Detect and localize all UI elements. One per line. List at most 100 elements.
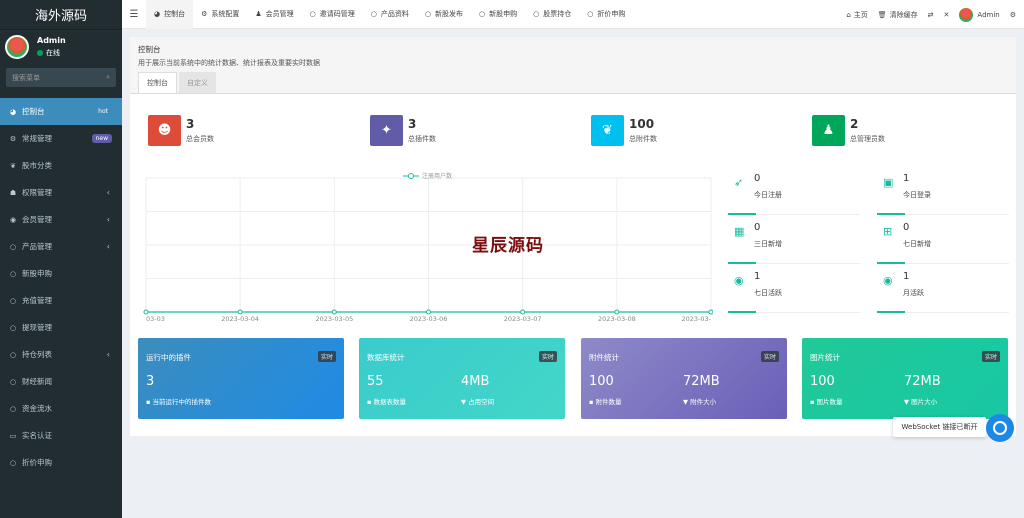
mini-stat-value: 1: [754, 271, 761, 282]
mini-stat: ➶ 0 今日注册: [728, 170, 860, 215]
user-status-text: 在线: [46, 49, 60, 57]
sidebar-item-label: 新股申购: [22, 269, 52, 278]
sidebar-item-11[interactable]: ○ 资金流水: [0, 395, 122, 422]
user-panel: Admin 在线: [0, 30, 122, 64]
card-label-2: ▼ 图片大小: [904, 396, 937, 406]
mini-stat: ⊞ 0 七日新增: [877, 219, 1009, 264]
top-tab-8[interactable]: ○ 折价申购: [579, 0, 633, 29]
settings-gear-icon[interactable]: ⚙: [1005, 11, 1024, 19]
stat-label: 总附件数: [629, 135, 657, 143]
sidebar-item-4[interactable]: ◉ 会员管理 ‹: [0, 206, 122, 233]
circle-icon: ○: [587, 10, 594, 18]
top-tab-4[interactable]: ○ 产品资料: [363, 0, 417, 29]
card-title: 附件统计: [589, 353, 619, 362]
topbar: ☰ ◕ 控制台 ⚙ 系统配置 ♟ 会员管理 ○ 邀请码管理 ○ 产品资料 ○ 新股发布 ○ 新股申购 ○ 股票…: [122, 0, 1024, 29]
dashboard-icon: ◕: [154, 10, 161, 18]
sidebar-item-label: 财经新闻: [22, 377, 52, 386]
data-point: [237, 309, 243, 315]
sidebar-item-label: 持仓列表: [22, 350, 52, 359]
mini-stat-rule: [905, 312, 1009, 313]
sidebar-item-8[interactable]: ○ 提现管理: [0, 314, 122, 341]
stat-box: ♟ 2 总管理员数: [812, 115, 885, 146]
home-icon: ⌂: [846, 10, 851, 19]
circle-icon: ○: [424, 10, 431, 18]
summary-card: 图片统计 实时 100 ▪ 图片数量 72MB ▼ 图片大小: [802, 338, 1008, 419]
stat-box: ☻ 3 总会员数: [148, 115, 214, 146]
circle-icon: ○: [479, 10, 486, 18]
top-tab-5[interactable]: ○ 新股发布: [417, 0, 471, 29]
topbar-user-name: Admin: [977, 10, 1000, 19]
sidebar-item-1[interactable]: ⚙ 常规管理 new: [0, 125, 122, 152]
tab-dashboard[interactable]: 控制台: [138, 72, 177, 93]
sidebar-item-3[interactable]: ☗ 权限管理 ‹: [0, 179, 122, 206]
fullscreen-icon[interactable]: ✕: [939, 11, 955, 19]
card-value: 3: [146, 374, 155, 389]
calendar-plus-icon: ⊞: [883, 225, 893, 238]
chevron-left-icon: ‹: [106, 350, 110, 359]
user-name: Admin: [37, 36, 66, 45]
mini-stat-rule: [756, 214, 860, 215]
menu-search-input[interactable]: 搜索菜单 ⌕: [6, 68, 116, 87]
sidebar-menu: ◕ 控制台 hot ⚙ 常规管理 new ❦ 股市分类 ☗ 权限管理 ‹ ◉ 会员管理 ‹ ○ 产品管理 ‹ ○ 新…: [0, 98, 122, 476]
mini-stat: ▦ 0 三日新增: [728, 219, 860, 264]
card-label-2-text: 占用空间: [468, 398, 495, 406]
stat-value: 3: [408, 117, 417, 131]
user-menu[interactable]: Admin: [954, 7, 1004, 22]
sidebar-item-12[interactable]: ▭ 实名认证: [0, 422, 122, 449]
topbar-right: ⌂ 主页 🗑 清除缓存 ⇄ ✕ Admin ⚙: [841, 0, 1024, 29]
top-tab-1[interactable]: ⚙ 系统配置: [193, 0, 247, 29]
home-button[interactable]: ⌂ 主页: [841, 10, 872, 20]
summary-card: 数据库统计 实时 55 ▪ 数据表数量 4MB ▼ 占用空间: [359, 338, 565, 419]
sidebar-item-label: 会员管理: [22, 215, 52, 224]
users-icon: ☻: [148, 115, 181, 146]
sidebar-item-2[interactable]: ❦ 股市分类: [0, 152, 122, 179]
mini-stat: ▣ 1 今日登录: [877, 170, 1009, 215]
sidebar-item-10[interactable]: ○ 财经新闻: [0, 368, 122, 395]
mini-stat-accent: [728, 262, 756, 264]
user-circle-icon: ◉: [734, 274, 744, 287]
mini-stat: ◉ 1 七日活跃: [728, 268, 860, 313]
sidebar-item-9[interactable]: ○ 持仓列表 ‹: [0, 341, 122, 368]
chat-button[interactable]: [986, 414, 1014, 442]
mini-stat-label: 月活跃: [903, 289, 924, 297]
sidebar-item-6[interactable]: ○ 新股申购: [0, 260, 122, 287]
top-tab-2[interactable]: ♟ 会员管理: [247, 0, 301, 29]
sidebar-item-label: 实名认证: [22, 431, 52, 440]
page-subtitle: 用于展示当前系统中的统计数据、统计报表及重要实时数据: [138, 59, 320, 67]
search-icon[interactable]: ⌕: [106, 73, 110, 82]
stat-value: 2: [850, 117, 859, 131]
card-value-2: 4MB: [461, 374, 490, 389]
data-point: [143, 309, 149, 315]
circle-icon: ○: [9, 350, 17, 359]
sidebar-item-0[interactable]: ◕ 控制台 hot: [0, 98, 122, 125]
top-tab-0[interactable]: ◕ 控制台: [146, 0, 194, 29]
translate-icon[interactable]: ⇄: [923, 11, 939, 19]
mini-stat-value: 0: [754, 173, 761, 184]
mini-stat: ◉ 1 月活跃: [877, 268, 1009, 313]
menu-toggle-icon[interactable]: ☰: [122, 9, 146, 20]
card-title: 数据库统计: [367, 353, 405, 362]
summary-card: 附件统计 实时 100 ▪ 附件数量 72MB ▼ 附件大小: [581, 338, 787, 419]
top-tab-6[interactable]: ○ 新股申购: [471, 0, 525, 29]
tab-custom[interactable]: 自定义: [179, 72, 216, 93]
sidebar-item-label: 股市分类: [22, 161, 52, 170]
registration-line-chart: 03-03 2023-03-04 2023-03-05 2023-03-06 2023-…: [143, 172, 713, 322]
sidebar-item-5[interactable]: ○ 产品管理 ‹: [0, 233, 122, 260]
top-tab-7[interactable]: ○ 股票持仓: [525, 0, 579, 29]
card-label-text: 图片数量: [816, 398, 843, 406]
user-status: 在线: [37, 48, 66, 58]
x-tick-label: 2023-03-07: [504, 315, 542, 322]
clear-cache-button[interactable]: 🗑 清除缓存: [873, 10, 923, 20]
sidebar-badge: hot: [94, 107, 112, 116]
vcard-icon: ▣: [883, 176, 894, 189]
top-tab-3[interactable]: ○ 邀请码管理: [302, 0, 363, 29]
sidebar-item-7[interactable]: ○ 充值管理: [0, 287, 122, 314]
user-icon: ♟: [255, 10, 262, 18]
dashboard-icon: ◕: [9, 107, 17, 116]
card-label: ▪ 图片数量: [810, 396, 842, 406]
topbar-avatar: [959, 7, 974, 22]
app-logo[interactable]: 海外源码: [0, 0, 122, 30]
sidebar-item-13[interactable]: ○ 折价申购: [0, 449, 122, 476]
stat-row: ☻ 3 总会员数 ✦ 3 总插件数 ❦ 100 总附件数 ♟ 2 总管理员数: [130, 115, 1016, 151]
leaf-icon: ❦: [591, 115, 624, 146]
